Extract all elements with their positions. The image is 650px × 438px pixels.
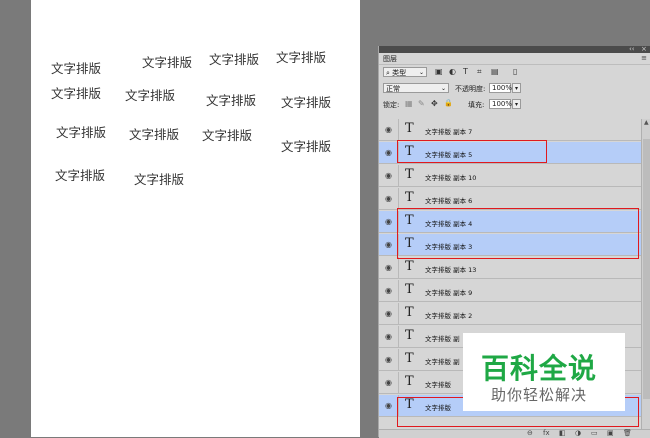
lock-all-icon[interactable]: 🔒 [444,99,453,107]
layer-row[interactable]: ◉ T 文字排版 副本 6 [379,188,641,210]
text-layer[interactable]: 文字排版 [206,90,256,109]
text-layer[interactable]: 文字排版 [134,169,184,188]
filter-toggle-icon[interactable]: ▯ [513,67,517,76]
text-layer[interactable]: 文字排版 [129,124,179,143]
text-layer[interactable]: 文字排版 [51,83,101,102]
layer-name[interactable]: 文字排版 [425,379,451,389]
layer-row[interactable]: ◉ T 文字排版 副本 13 [379,257,641,279]
adjustment-filter-icon[interactable]: ◐ [449,67,456,76]
chevron-down-icon: ⌄ [418,69,424,76]
text-layer[interactable]: 文字排版 [51,58,101,77]
panel-tab-bar: 图层 ≡ [379,53,650,65]
layer-name[interactable]: 文字排版 副本 6 [425,195,472,205]
highlight-box [397,140,547,163]
scroll-thumb[interactable] [643,139,650,399]
eye-icon[interactable]: ◉ [385,148,392,157]
layer-list-scrollbar[interactable]: ▲ [641,119,650,437]
tab-layers[interactable]: 图层 [383,54,397,64]
type-layer-icon: T [405,121,414,136]
layer-name[interactable]: 文字排版 副本 9 [425,287,472,297]
type-layer-icon: T [405,167,414,182]
layer-name[interactable]: 文字排版 副本 10 [425,172,476,182]
layer-name[interactable]: 文字排版 副本 13 [425,264,476,274]
watermark-badge: 百科全说 助你轻松解决 [463,333,625,411]
type-layer-icon: T [405,374,414,389]
text-layer[interactable]: 文字排版 [142,52,192,71]
lock-transparent-icon[interactable]: ▦ [405,99,413,108]
layer-name[interactable]: 文字排版 副 [425,356,460,366]
eye-icon[interactable]: ◉ [385,309,392,318]
fill-label: 填充: [468,101,485,109]
text-layer[interactable]: 文字排版 [202,125,252,144]
text-layer[interactable]: 文字排版 [281,92,331,111]
collapse-icon[interactable]: ‹‹ [629,45,635,53]
blend-row: 正常 ⌄ 不透明度: 100% ▾ [379,81,650,96]
new-layer-icon[interactable]: ▣ [607,429,614,437]
text-layer[interactable]: 文字排版 [55,165,105,184]
eye-icon[interactable]: ◉ [385,263,392,272]
eye-icon[interactable]: ◉ [385,332,392,341]
pixel-filter-icon[interactable]: ▣ [435,67,443,76]
layer-name[interactable]: 文字排版 副本 7 [425,126,472,136]
text-layer[interactable]: 文字排版 [281,136,331,155]
type-layer-icon: T [405,259,414,274]
filter-kind-select[interactable]: ⌕ 类型 ⌄ [383,67,427,77]
text-layer[interactable]: 文字排版 [56,122,106,141]
watermark-subtitle: 助你轻松解决 [491,386,588,404]
type-filter-icon[interactable]: T [463,67,468,76]
eye-icon[interactable]: ◉ [385,217,392,226]
eye-icon[interactable]: ◉ [385,194,392,203]
close-icon[interactable]: × [641,45,647,53]
shape-filter-icon[interactable]: ⌗ [477,67,482,77]
smart-object-filter-icon[interactable]: ▤ [491,67,499,76]
opacity-dropdown-icon[interactable]: ▾ [512,83,521,93]
link-layers-icon[interactable]: ⊖ [527,429,533,437]
type-layer-icon: T [405,328,414,343]
scroll-up-icon[interactable]: ▲ [644,119,649,126]
type-layer-icon: T [405,282,414,297]
fill-dropdown-icon[interactable]: ▾ [512,99,521,109]
trash-icon[interactable]: 🗑 [623,429,632,437]
search-icon: ⌕ [386,69,390,77]
opacity-input[interactable]: 100% [489,83,512,93]
layer-row[interactable]: ◉ T 文字排版 副本 10 [379,165,641,187]
layer-row[interactable]: ◉ T 文字排版 副本 7 [379,119,641,141]
type-layer-icon: T [405,305,414,320]
group-icon[interactable]: ▭ [591,429,598,437]
lock-position-icon[interactable]: ✥ [431,99,438,108]
panel-menu-icon[interactable]: ≡ [641,54,647,62]
fx-icon[interactable]: fx [543,429,550,437]
eye-icon[interactable]: ◉ [385,401,392,410]
chevron-down-icon: ⌄ [440,85,446,92]
lock-image-icon[interactable]: ✎ [418,99,425,108]
type-layer-icon: T [405,351,414,366]
panel-title-bar: ‹‹ × [379,45,650,53]
eye-icon[interactable]: ◉ [385,378,392,387]
layer-name[interactable]: 文字排版 副 [425,333,460,343]
layer-row[interactable]: ◉ T 文字排版 副本 2 [379,303,641,325]
layer-row[interactable]: ◉ T 文字排版 副本 9 [379,280,641,302]
filter-row: ⌕ 类型 ⌄ ▣ ◐ T ⌗ ▤ ▯ [379,65,650,80]
type-layer-icon: T [405,190,414,205]
mask-icon[interactable]: ◧ [559,429,566,437]
watermark-title: 百科全说 [481,352,598,385]
lock-row: 锁定: ▦ ✎ ✥ 🔒 填充: 100% ▾ [379,97,650,112]
eye-icon[interactable]: ◉ [385,171,392,180]
lock-label: 锁定: [383,101,400,109]
adjustment-layer-icon[interactable]: ◑ [575,429,581,437]
text-layer[interactable]: 文字排版 [125,85,175,104]
eye-icon[interactable]: ◉ [385,125,392,134]
text-layer[interactable]: 文字排版 [276,47,326,66]
highlight-box [397,208,639,259]
eye-icon[interactable]: ◉ [385,286,392,295]
blend-mode-select[interactable]: 正常 ⌄ [383,83,449,93]
text-layer[interactable]: 文字排版 [209,49,259,68]
opacity-label: 不透明度: [455,85,486,93]
eye-icon[interactable]: ◉ [385,355,392,364]
eye-icon[interactable]: ◉ [385,240,392,249]
document-canvas[interactable]: 文字排版 文字排版 文字排版 文字排版 文字排版 文字排版 文字排版 文字排版 … [31,0,360,437]
layer-name[interactable]: 文字排版 副本 2 [425,310,472,320]
fill-input[interactable]: 100% [489,99,512,109]
